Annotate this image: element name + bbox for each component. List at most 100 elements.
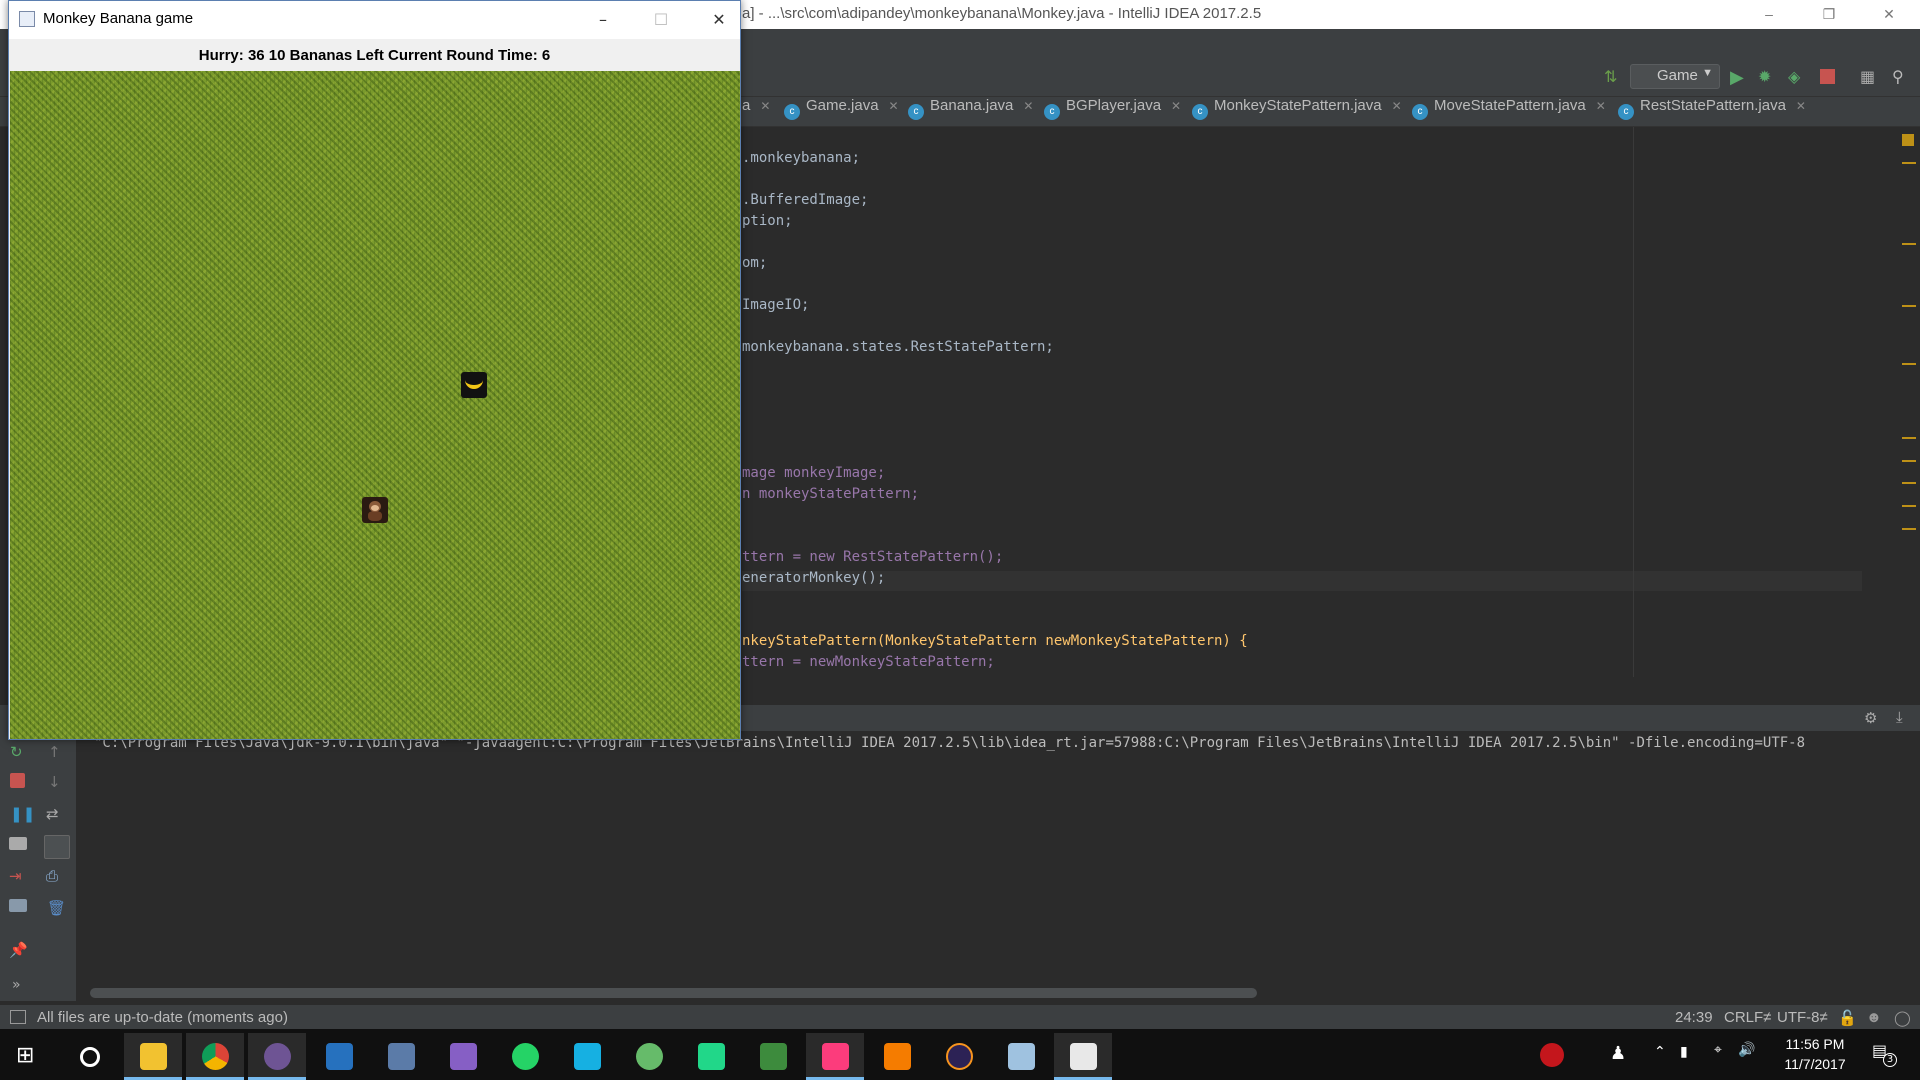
close-icon[interactable]: ✕ xyxy=(1171,99,1181,113)
warning-marker[interactable] xyxy=(1902,162,1916,164)
taskbar-paint[interactable] xyxy=(992,1033,1050,1080)
event-log-icon[interactable]: ◯ xyxy=(1894,1009,1911,1027)
game-title-bar[interactable]: Monkey Banana game – ☐ ✕ xyxy=(9,1,740,39)
gear-icon[interactable]: ⚙ xyxy=(1864,709,1877,727)
tab-label: MonkeyStatePattern.java xyxy=(1214,97,1382,114)
tab-movestatepattern[interactable]: c MoveStatePattern.java ✕ xyxy=(1408,97,1606,127)
close-icon[interactable]: ✕ xyxy=(760,99,770,113)
game-hud: Hurry: 36 10 Bananas Left Current Round … xyxy=(198,47,551,64)
right-margin-guide xyxy=(1633,127,1634,677)
taskbar-eclipse[interactable] xyxy=(930,1033,988,1080)
taskbar-powershell[interactable] xyxy=(310,1033,368,1080)
taskbar-file-explorer[interactable] xyxy=(124,1033,182,1080)
taskbar-atom[interactable] xyxy=(620,1033,678,1080)
game-maximize-button[interactable]: ☐ xyxy=(632,1,690,39)
ide-close-button[interactable]: ✕ xyxy=(1860,0,1918,29)
warning-marker[interactable] xyxy=(1902,305,1916,307)
warning-indicator[interactable] xyxy=(1902,134,1914,146)
debug-icon[interactable]: ✹ xyxy=(1758,67,1776,86)
soft-wrap-icon[interactable]: ⇄ xyxy=(46,805,64,823)
taskbar-visual-studio[interactable] xyxy=(434,1033,492,1080)
warning-marker[interactable] xyxy=(1902,243,1916,245)
game-minimize-button[interactable]: – xyxy=(574,1,632,39)
close-icon[interactable]: ✕ xyxy=(889,99,899,113)
search-icon[interactable]: ⚲ xyxy=(1892,67,1910,86)
warning-marker[interactable] xyxy=(1902,528,1916,530)
inspector-icon[interactable]: ☻ xyxy=(1866,1009,1882,1026)
down-arrow-icon[interactable]: ↓ xyxy=(48,773,66,791)
warning-marker[interactable] xyxy=(1902,460,1916,462)
cortana-button[interactable] xyxy=(60,1033,118,1080)
game-close-button[interactable]: ✕ xyxy=(690,1,748,39)
file-encoding[interactable]: UTF-8≠ xyxy=(1777,1009,1828,1026)
pause-icon[interactable]: ❚❚ xyxy=(10,805,35,823)
pdf-icon xyxy=(884,1043,911,1070)
run-icon[interactable]: ▶ xyxy=(1730,67,1748,88)
tray-antivirus[interactable] xyxy=(1524,1033,1582,1080)
warning-marker[interactable] xyxy=(1902,482,1916,484)
ide-restore-button[interactable]: ❐ xyxy=(1800,0,1858,29)
close-icon[interactable]: ✕ xyxy=(1796,99,1806,113)
expand-icon[interactable]: » xyxy=(12,977,30,993)
lock-icon[interactable]: 🔓 xyxy=(1838,1009,1857,1027)
dump-threads-icon[interactable] xyxy=(9,837,27,850)
chevron-up-icon[interactable]: ⌃ xyxy=(1654,1044,1666,1060)
taskbar-pdf[interactable] xyxy=(868,1033,926,1080)
stop-icon[interactable] xyxy=(1820,69,1835,84)
volume-icon[interactable]: 🔊 xyxy=(1738,1042,1755,1058)
taskbar-virtualbox[interactable] xyxy=(372,1033,430,1080)
game-window[interactable]: Monkey Banana game – ☐ ✕ Hurry: 36 10 Ba… xyxy=(8,0,741,740)
tab-banana[interactable]: c Banana.java ✕ xyxy=(904,97,1033,127)
tab-monkeystatepattern[interactable]: c MonkeyStatePattern.java ✕ xyxy=(1188,97,1402,127)
hide-panel-icon[interactable]: ⤓ xyxy=(1896,708,1903,726)
taskbar-webstorm[interactable] xyxy=(558,1033,616,1080)
rerun-icon[interactable]: ↻ xyxy=(10,743,28,761)
up-arrow-icon[interactable]: ↑ xyxy=(48,743,66,761)
taskbar-intellij[interactable] xyxy=(806,1033,864,1080)
start-button[interactable]: ⊞ xyxy=(0,1033,58,1080)
coverage-icon[interactable]: ◈ xyxy=(1788,67,1806,86)
taskbar-image-app[interactable] xyxy=(744,1033,802,1080)
cursor-position[interactable]: 24:39 xyxy=(1675,1009,1713,1026)
tab-bgplayer[interactable]: c BGPlayer.java ✕ xyxy=(1040,97,1181,127)
line-separator[interactable]: CRLF≠ xyxy=(1724,1009,1771,1026)
warning-marker[interactable] xyxy=(1902,363,1916,365)
eclipse-icon xyxy=(946,1043,973,1070)
layout-icon[interactable] xyxy=(9,899,27,912)
tray-people[interactable]: ♟ xyxy=(1594,1033,1652,1080)
console-output[interactable]: "C:\Program Files\Java\jdk-9.0.1\bin\jav… xyxy=(76,731,1920,1001)
grass-field[interactable] xyxy=(10,71,740,739)
editor-error-stripe[interactable] xyxy=(1900,127,1920,677)
taskbar-pycharm[interactable] xyxy=(682,1033,740,1080)
wifi-icon[interactable]: ⌖ xyxy=(1714,1042,1722,1058)
warning-marker[interactable] xyxy=(1902,437,1916,439)
tab-game[interactable]: c Game.java ✕ xyxy=(780,97,899,127)
close-icon[interactable]: ✕ xyxy=(1596,99,1606,113)
print-icon[interactable]: ⎙ xyxy=(46,867,64,885)
taskbar-clock[interactable]: 11:56 PM 11/7/2017 xyxy=(1760,1034,1870,1074)
taskbar-java-app[interactable] xyxy=(1054,1033,1112,1080)
close-icon[interactable]: ✕ xyxy=(1023,99,1033,113)
trash-icon[interactable]: 🗑 xyxy=(47,899,66,917)
warning-marker[interactable] xyxy=(1902,505,1916,507)
close-icon[interactable]: ✕ xyxy=(1392,99,1402,113)
ide-minimize-button[interactable]: – xyxy=(1740,0,1798,29)
console-horizontal-scrollbar[interactable] xyxy=(90,988,1257,998)
taskbar-chrome[interactable] xyxy=(186,1033,244,1080)
code-line: ImageIO; xyxy=(742,297,810,313)
run-configuration-select[interactable]: Game ▼ xyxy=(1630,64,1720,89)
notification-count: 3 xyxy=(1883,1053,1897,1067)
project-structure-icon[interactable]: ▦ xyxy=(1860,67,1878,86)
pin-icon[interactable]: 📌 xyxy=(9,941,28,959)
exit-icon[interactable]: ⇥ xyxy=(9,867,27,885)
scroll-to-end-icon[interactable] xyxy=(44,835,70,859)
stop-icon[interactable] xyxy=(10,773,25,788)
tab-reststatepattern[interactable]: c RestStatePattern.java ✕ xyxy=(1614,97,1806,127)
github-icon xyxy=(264,1043,291,1070)
taskbar-github[interactable] xyxy=(248,1033,306,1080)
battery-icon[interactable]: ▮ xyxy=(1680,1044,1688,1060)
status-message[interactable]: All files are up-to-date (moments ago) xyxy=(37,1009,288,1026)
tool-window-toggle-icon[interactable] xyxy=(10,1010,26,1024)
taskbar-whatsapp[interactable] xyxy=(496,1033,554,1080)
build-icon[interactable]: ⇅ xyxy=(1604,67,1622,86)
